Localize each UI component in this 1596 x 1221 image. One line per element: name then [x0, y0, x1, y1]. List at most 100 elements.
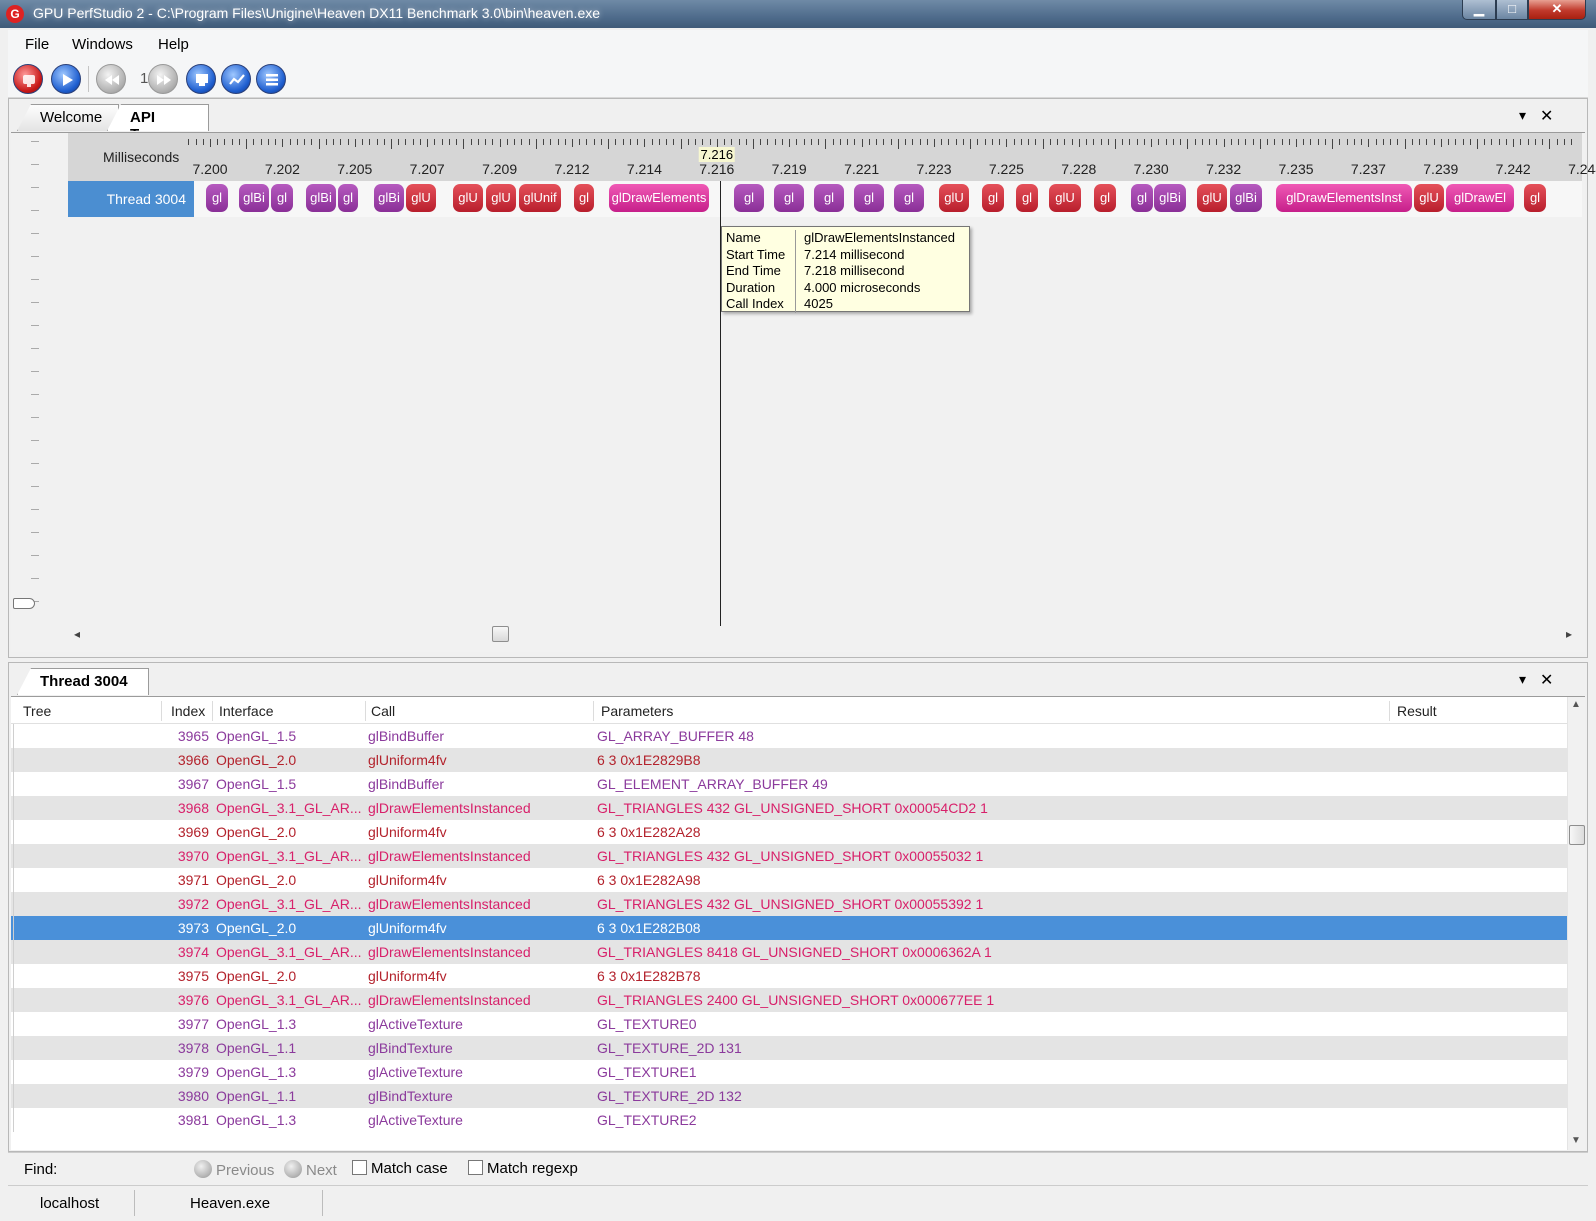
play-button[interactable] [51, 64, 81, 94]
call-block[interactable]: glU [939, 184, 969, 212]
call-block[interactable]: gl [854, 184, 884, 212]
call-block[interactable]: gl [982, 184, 1004, 212]
table-row[interactable]: 3974 OpenGL_3.1_GL_AR... glDrawElementsIns… [11, 940, 1567, 964]
table-row[interactable]: 3973 OpenGL_2.0 glUniform4fv 6 3 0x1E282B08 [11, 916, 1567, 940]
table-row[interactable]: 3971 OpenGL_2.0 glUniform4fv 6 3 0x1E282A98 [11, 868, 1567, 892]
table-row[interactable]: 3972 OpenGL_3.1_GL_AR... glDrawElementsIns… [11, 892, 1567, 916]
call-block[interactable]: gl [1094, 184, 1116, 212]
call-block[interactable]: glUnif [519, 184, 561, 212]
call-block[interactable]: gl [1016, 184, 1038, 212]
stop-capture-button[interactable] [13, 64, 43, 94]
table-row[interactable]: 3981 OpenGL_1.3 glActiveTexture GL_TEXTURE2 [11, 1108, 1567, 1132]
menu-help[interactable]: Help [158, 36, 189, 53]
table-row[interactable]: 3977 OpenGL_1.3 glActiveTexture GL_TEXTURE0 [11, 1012, 1567, 1036]
table-row[interactable]: 3967 OpenGL_1.5 glBindBuffer GL_ELEMENT_ARR… [11, 772, 1567, 796]
table-row[interactable]: 3966 OpenGL_2.0 glUniform4fv 6 3 0x1E2829B8 [11, 748, 1567, 772]
header-index[interactable]: Index [171, 703, 205, 719]
zoom-slider-thumb[interactable] [13, 598, 35, 609]
title-bar: G GPU PerfStudio 2 - C:\Program Files\Un… [0, 0, 1596, 28]
scroll-left-icon[interactable]: ◂ [74, 627, 80, 641]
scroll-down-icon[interactable]: ▼ [1571, 1135, 1581, 1146]
call-block[interactable]: gl [338, 184, 358, 212]
tab-welcome[interactable]: Welcome [17, 104, 119, 131]
call-block[interactable]: glBi [374, 184, 404, 212]
call-block[interactable]: gl [734, 184, 764, 212]
status-process: Heaven.exe [190, 1195, 271, 1212]
call-block[interactable]: glBi [1154, 184, 1186, 212]
menu-file[interactable]: File [25, 36, 49, 53]
call-block[interactable]: gl [814, 184, 844, 212]
match-case-checkbox[interactable]: Match case [352, 1160, 448, 1177]
find-next-button[interactable]: Next [284, 1160, 337, 1179]
call-block[interactable]: gl [574, 184, 594, 212]
header-tree[interactable]: Tree [23, 703, 51, 719]
tab-thread[interactable]: Thread 3004 [17, 668, 149, 695]
header-call[interactable]: Call [371, 703, 395, 719]
zoom-slider[interactable] [23, 141, 39, 631]
find-input[interactable] [64, 1157, 188, 1181]
cell-call: glUniform4fv [368, 824, 447, 840]
header-interface[interactable]: Interface [219, 703, 273, 719]
profiler-button[interactable] [221, 64, 251, 94]
api-trace-pane: Welcome API Trace ▾ ✕ Milliseconds 7.200… [8, 98, 1596, 658]
table-row[interactable]: 3968 OpenGL_3.1_GL_AR... glDrawElementsIns… [11, 796, 1567, 820]
find-previous-button[interactable]: Previous [194, 1160, 274, 1179]
call-block[interactable]: glBi [306, 184, 336, 212]
call-block[interactable]: gl [1524, 184, 1546, 212]
table-row[interactable]: 3969 OpenGL_2.0 glUniform4fv 6 3 0x1E282A28 [11, 820, 1567, 844]
pane-dropdown-icon[interactable]: ▾ [1519, 671, 1526, 688]
timeline-view[interactable]: Milliseconds 7.200 7.202 7.205 7.207 7.209 7.… [11, 132, 1596, 652]
call-block[interactable]: glBi [1230, 184, 1262, 212]
scroll-right-icon[interactable]: ▸ [1566, 627, 1572, 641]
api-trace-button[interactable] [256, 64, 286, 94]
ruler-tick [238, 139, 240, 145]
call-block[interactable]: gl [271, 184, 293, 212]
table-row[interactable]: 3979 OpenGL_1.3 glActiveTexture GL_TEXTURE1 [11, 1060, 1567, 1084]
table-row[interactable]: 3970 OpenGL_3.1_GL_AR... glDrawElementsIns… [11, 844, 1567, 868]
call-block[interactable]: glU [1049, 184, 1081, 212]
step-back-icon [105, 75, 119, 85]
call-block[interactable]: glU [1197, 184, 1227, 212]
call-block[interactable]: glU [486, 184, 516, 212]
scroll-up-icon[interactable]: ▲ [1571, 699, 1581, 710]
pane-dropdown-icon[interactable]: ▾ [1519, 107, 1526, 124]
maximize-button[interactable]: □ [1496, 0, 1528, 20]
table-row[interactable]: 3975 OpenGL_2.0 glUniform4fv 6 3 0x1E282B78 [11, 964, 1567, 988]
ruler-tick [1477, 139, 1478, 149]
call-block[interactable]: glU [453, 184, 483, 212]
header-result[interactable]: Result [1397, 703, 1437, 719]
minimize-button[interactable]: ▁ [1462, 0, 1496, 20]
close-button[interactable]: ✕ [1528, 0, 1586, 20]
step-forward-button[interactable] [148, 64, 178, 94]
call-block[interactable]: glU [406, 184, 436, 212]
call-block[interactable]: glU [1414, 184, 1444, 212]
tab-api-trace[interactable]: API Trace [107, 104, 209, 131]
cell-interface: OpenGL_3.1_GL_AR... [216, 800, 361, 816]
ruler-tick [521, 139, 523, 145]
call-block[interactable]: glDrawElements [609, 184, 709, 212]
call-block[interactable]: gl [894, 184, 924, 212]
ruler-tick [340, 139, 342, 145]
call-block[interactable]: gl [774, 184, 804, 212]
table-vscrollbar[interactable]: ▲ ▼ [1567, 697, 1585, 1150]
table-row[interactable]: 3965 OpenGL_1.5 glBindBuffer GL_ARRAY_BUFFE… [11, 724, 1567, 748]
pane-close-icon[interactable]: ✕ [1540, 106, 1553, 126]
call-block[interactable]: gl [1131, 184, 1153, 212]
hscroll-thumb[interactable] [492, 626, 509, 642]
match-regexp-checkbox[interactable]: Match regexp [468, 1160, 578, 1177]
vscroll-thumb[interactable] [1569, 825, 1585, 845]
pane-close-icon[interactable]: ✕ [1540, 670, 1553, 690]
header-parameters[interactable]: Parameters [601, 703, 673, 719]
menu-windows[interactable]: Windows [72, 36, 133, 53]
call-block[interactable]: gl [206, 184, 228, 212]
timeline-hscrollbar[interactable]: ◂ ▸ [68, 626, 1582, 644]
table-row[interactable]: 3980 OpenGL_1.1 glBindTexture GL_TEXTURE_2D… [11, 1084, 1567, 1108]
call-block[interactable]: glBi [239, 184, 269, 212]
call-block[interactable]: glDrawElementsInst [1276, 184, 1412, 212]
table-row[interactable]: 3978 OpenGL_1.1 glBindTexture GL_TEXTURE_2D… [11, 1036, 1567, 1060]
table-row[interactable]: 3976 OpenGL_3.1_GL_AR... glDrawElementsIns… [11, 988, 1567, 1012]
call-block[interactable]: glDrawEl [1446, 184, 1514, 212]
frame-debugger-button[interactable] [186, 64, 216, 94]
ruler-tick [876, 139, 878, 145]
step-back-button[interactable] [96, 64, 126, 94]
